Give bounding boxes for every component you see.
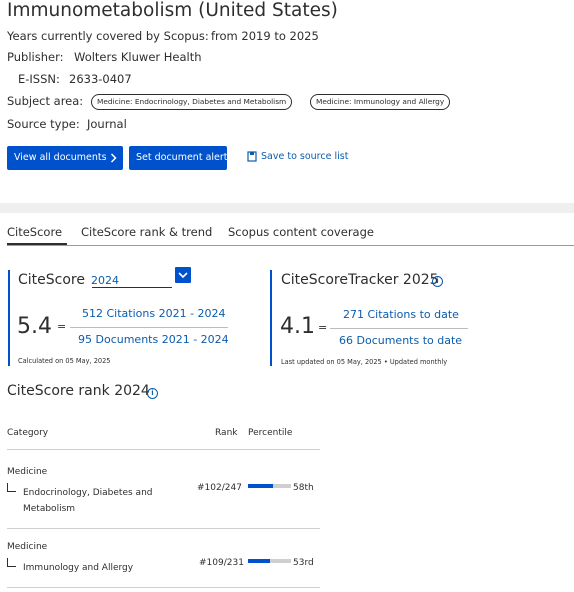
- chevron-right-icon: [110, 153, 117, 163]
- tracker-fraction-line: [330, 328, 468, 329]
- source-type-value: Journal: [87, 117, 127, 131]
- tabs-divider: [7, 245, 574, 246]
- bookmark-icon: [247, 151, 257, 162]
- tracker-documents-link[interactable]: 66 Documents to date: [339, 334, 462, 347]
- percentile-bar-fill: [248, 484, 273, 488]
- citescore-value: 5.4: [17, 314, 52, 339]
- table-row-percentile: 53rd: [293, 558, 314, 568]
- citescore-accent-bar: [8, 270, 10, 366]
- tab-citescore-rank-trend[interactable]: CiteScore rank & trend: [81, 225, 212, 239]
- save-to-source-list-label: Save to source list: [261, 151, 349, 162]
- citescore-label: CiteScore: [18, 272, 85, 288]
- citescore-year-value: 2024: [91, 274, 119, 287]
- percentile-bar: [248, 559, 291, 563]
- years-value: from 2019 to 2025: [211, 29, 319, 43]
- citescore-documents-link[interactable]: 95 Documents 2021 - 2024: [78, 333, 229, 346]
- page-title: Immunometabolism (United States): [7, 0, 338, 21]
- citescore-fraction-line: [70, 327, 228, 328]
- tree-connector: [7, 558, 16, 567]
- subject-chip-endocrinology[interactable]: Medicine: Endocrinology, Diabetes and Me…: [91, 94, 293, 110]
- tracker-label: CiteScoreTracker 2025: [281, 272, 439, 288]
- citescore-equals: =: [57, 320, 67, 333]
- source-type-label: Source type:: [7, 117, 80, 131]
- column-header-percentile: Percentile: [248, 428, 293, 438]
- eissn-value: 2633-0407: [69, 72, 132, 86]
- info-icon[interactable]: i: [432, 276, 443, 287]
- citescore-year-select[interactable]: 2024: [90, 267, 191, 288]
- tracker-citations-link[interactable]: 271 Citations to date: [343, 308, 459, 321]
- tracker-accent-bar: [270, 270, 272, 366]
- publisher-value: Wolters Kluwer Health: [74, 50, 202, 64]
- column-header-category: Category: [7, 428, 49, 438]
- tracker-equals: =: [318, 321, 328, 334]
- tracker-value: 4.1: [280, 314, 315, 339]
- view-all-documents-button[interactable]: View all documents: [7, 146, 123, 170]
- table-header-rule: [7, 449, 320, 450]
- table-row-parent-category: Medicine: [7, 542, 48, 552]
- table-row-subcategory[interactable]: Immunology and Allergy: [23, 563, 133, 573]
- table-row-subcategory[interactable]: Endocrinology, Diabetes and: [23, 488, 152, 498]
- tracker-updated-note: Last updated on 05 May, 2025 • Updated m…: [281, 358, 448, 366]
- tab-scopus-content-coverage[interactable]: Scopus content coverage: [228, 225, 374, 239]
- set-document-alert-button[interactable]: Set document alert: [129, 146, 228, 170]
- table-row-rule: [7, 587, 320, 588]
- subject-area-label: Subject area:: [7, 94, 84, 108]
- rank-section-title: CiteScore rank 2024: [7, 383, 150, 399]
- table-row-parent-category: Medicine: [7, 467, 48, 477]
- subject-chip-immunology[interactable]: Medicine: Immunology and Allergy: [310, 94, 451, 110]
- table-row-rank: #109/231: [199, 558, 244, 568]
- info-icon[interactable]: i: [147, 388, 158, 399]
- column-header-rank: Rank: [215, 428, 238, 438]
- publisher-label: Publisher:: [7, 50, 64, 64]
- citescore-citations-link[interactable]: 512 Citations 2021 - 2024: [82, 307, 226, 320]
- years-label: Years currently covered by Scopus:: [7, 29, 209, 43]
- citescore-calculated-date: Calculated on 05 May, 2025: [18, 357, 111, 365]
- table-row-subcategory-cont[interactable]: Metabolism: [23, 504, 75, 514]
- view-all-documents-label: View all documents: [14, 152, 107, 163]
- tree-connector: [7, 483, 16, 492]
- section-divider: [0, 203, 574, 213]
- table-row-rank: #102/247: [197, 483, 242, 493]
- chevron-down-icon: [175, 267, 191, 283]
- table-row-percentile: 58th: [293, 483, 314, 493]
- percentile-bar-fill: [248, 559, 271, 563]
- tab-citescore[interactable]: CiteScore: [7, 225, 62, 239]
- percentile-bar: [248, 484, 291, 488]
- eissn-label: E-ISSN:: [18, 72, 60, 86]
- table-row-rule: [7, 528, 320, 529]
